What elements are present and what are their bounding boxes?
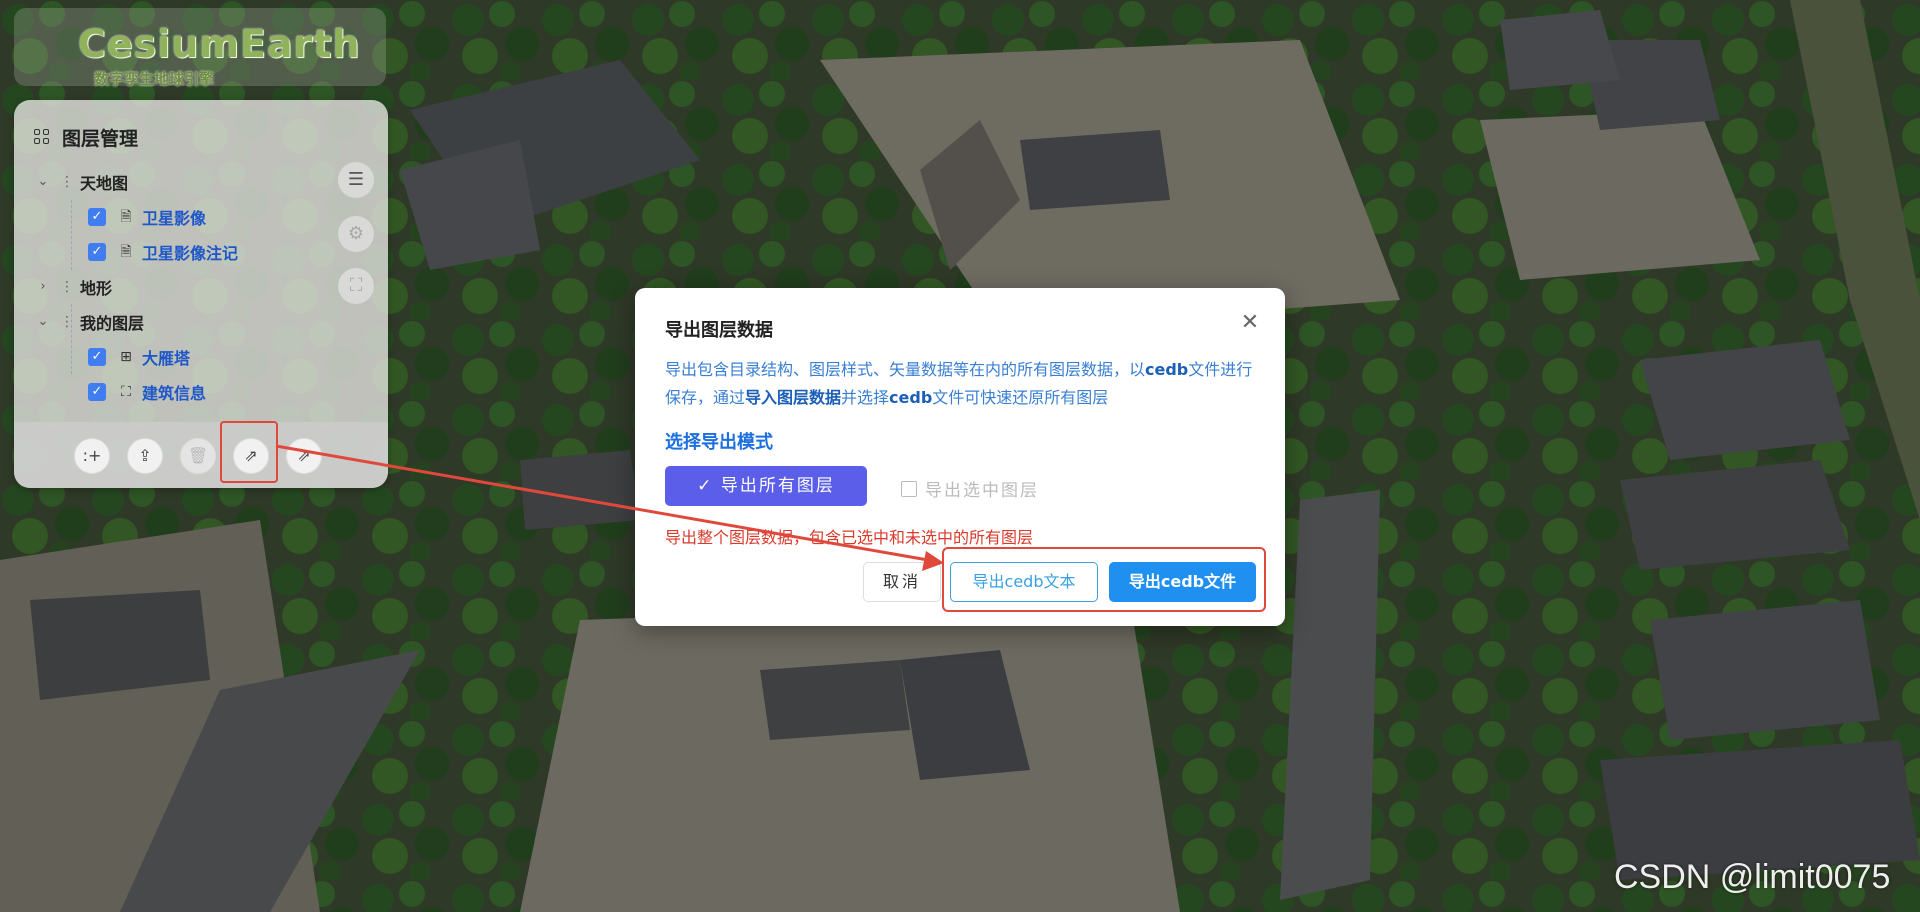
export-selected-layers-option[interactable]: 导出选中图层: [901, 476, 1039, 501]
layer-name: 卫星影像注记: [142, 243, 239, 263]
add-icon[interactable]: :+: [74, 438, 110, 474]
image-layer-icon: 🗎: [120, 208, 132, 225]
vector-layer-icon: ⛶: [121, 383, 131, 400]
fullscreen-icon[interactable]: ⛶: [338, 268, 374, 304]
export-mode-title: 选择导出模式: [665, 432, 773, 453]
model-layer-icon: ⊞: [120, 348, 132, 365]
export-all-layers-option[interactable]: ✓ 导出所有图层: [665, 466, 867, 506]
dialog-title: 导出图层数据: [665, 320, 773, 341]
list-indent-icon[interactable]: ☰: [338, 162, 374, 198]
layer-checkbox[interactable]: ✓: [88, 382, 106, 401]
drag-handle-icon[interactable]: ⋮: [60, 279, 74, 295]
chevron-down-icon[interactable]: ⌄: [34, 314, 52, 329]
export-icon[interactable]: ⇗: [286, 438, 322, 474]
tree-group-terrain[interactable]: › ⋮ 地形: [34, 269, 334, 304]
import-icon[interactable]: ⇪: [127, 438, 163, 474]
drag-handle-icon[interactable]: ⋮: [60, 174, 74, 190]
panel-header: 图层管理: [34, 122, 138, 152]
layer-checkbox[interactable]: ✓: [88, 207, 106, 226]
app-logo: CesiumEarth 数字孪生地球引擎: [14, 8, 386, 88]
annotation-highlight-box: [220, 421, 278, 483]
close-icon[interactable]: ✕: [1237, 310, 1263, 335]
tree-group-tianditu[interactable]: ⌄ ⋮ 天地图: [34, 164, 334, 199]
group-label: 地形: [80, 278, 113, 298]
group-label: 天地图: [80, 173, 129, 193]
layer-tree: ⌄ ⋮ 天地图 ✓ 🗎 卫星影像 ✓ 🗎 卫星影像注记 › ⋮ 地形 ⌄ ⋮ 我…: [34, 164, 334, 409]
layer-panel: 图层管理 ⌄ ⋮ 天地图 ✓ 🗎 卫星影像 ✓ 🗎 卫星影像注记 › ⋮ 地形 …: [14, 100, 388, 488]
grid-icon: [34, 129, 50, 145]
layer-name: 建筑信息: [142, 383, 207, 403]
tree-layer-item[interactable]: ✓ ⛶ 建筑信息: [34, 374, 334, 409]
logo-subtitle: 数字孪生地球引擎: [94, 70, 215, 88]
drag-handle-icon[interactable]: ⋮: [60, 314, 74, 330]
tree-layer-item[interactable]: ✓ 🗎 卫星影像: [34, 199, 334, 234]
tree-layer-item[interactable]: ✓ ⊞ 大雁塔: [34, 339, 334, 374]
watermark: CSDN @limit0075: [1614, 858, 1891, 896]
check-icon: ✓: [697, 476, 721, 496]
checkbox-icon[interactable]: [901, 480, 917, 497]
logo-title: CesiumEarth: [78, 22, 361, 66]
layer-checkbox[interactable]: ✓: [88, 242, 106, 261]
settings-icon[interactable]: ⚙: [338, 216, 374, 252]
chevron-down-icon[interactable]: ⌄: [34, 174, 52, 189]
cancel-button[interactable]: 取消: [863, 562, 941, 602]
annotation-highlight-box: [942, 547, 1266, 612]
delete-icon[interactable]: 🗑: [180, 438, 216, 474]
dialog-description: 导出包含目录结构、图层样式、矢量数据等在内的所有图层数据，以cedb文件进行保存…: [665, 360, 1253, 407]
panel-title: 图层管理: [62, 127, 139, 150]
chevron-right-icon[interactable]: ›: [34, 279, 52, 294]
image-layer-icon: 🗎: [120, 243, 132, 260]
tree-group-my-layers[interactable]: ⌄ ⋮ 我的图层: [34, 304, 334, 339]
layer-name: 卫星影像: [142, 208, 207, 228]
group-label: 我的图层: [80, 313, 145, 333]
tree-layer-item[interactable]: ✓ 🗎 卫星影像注记: [34, 234, 334, 269]
panel-footer: :+ ⇪ 🗑 ⇗ ⇗: [14, 422, 388, 488]
layer-name: 大雁塔: [142, 348, 191, 368]
export-mode-hint: 导出整个图层数据，包含已选中和未选中的所有图层: [665, 528, 1034, 547]
layer-checkbox[interactable]: ✓: [88, 347, 106, 366]
